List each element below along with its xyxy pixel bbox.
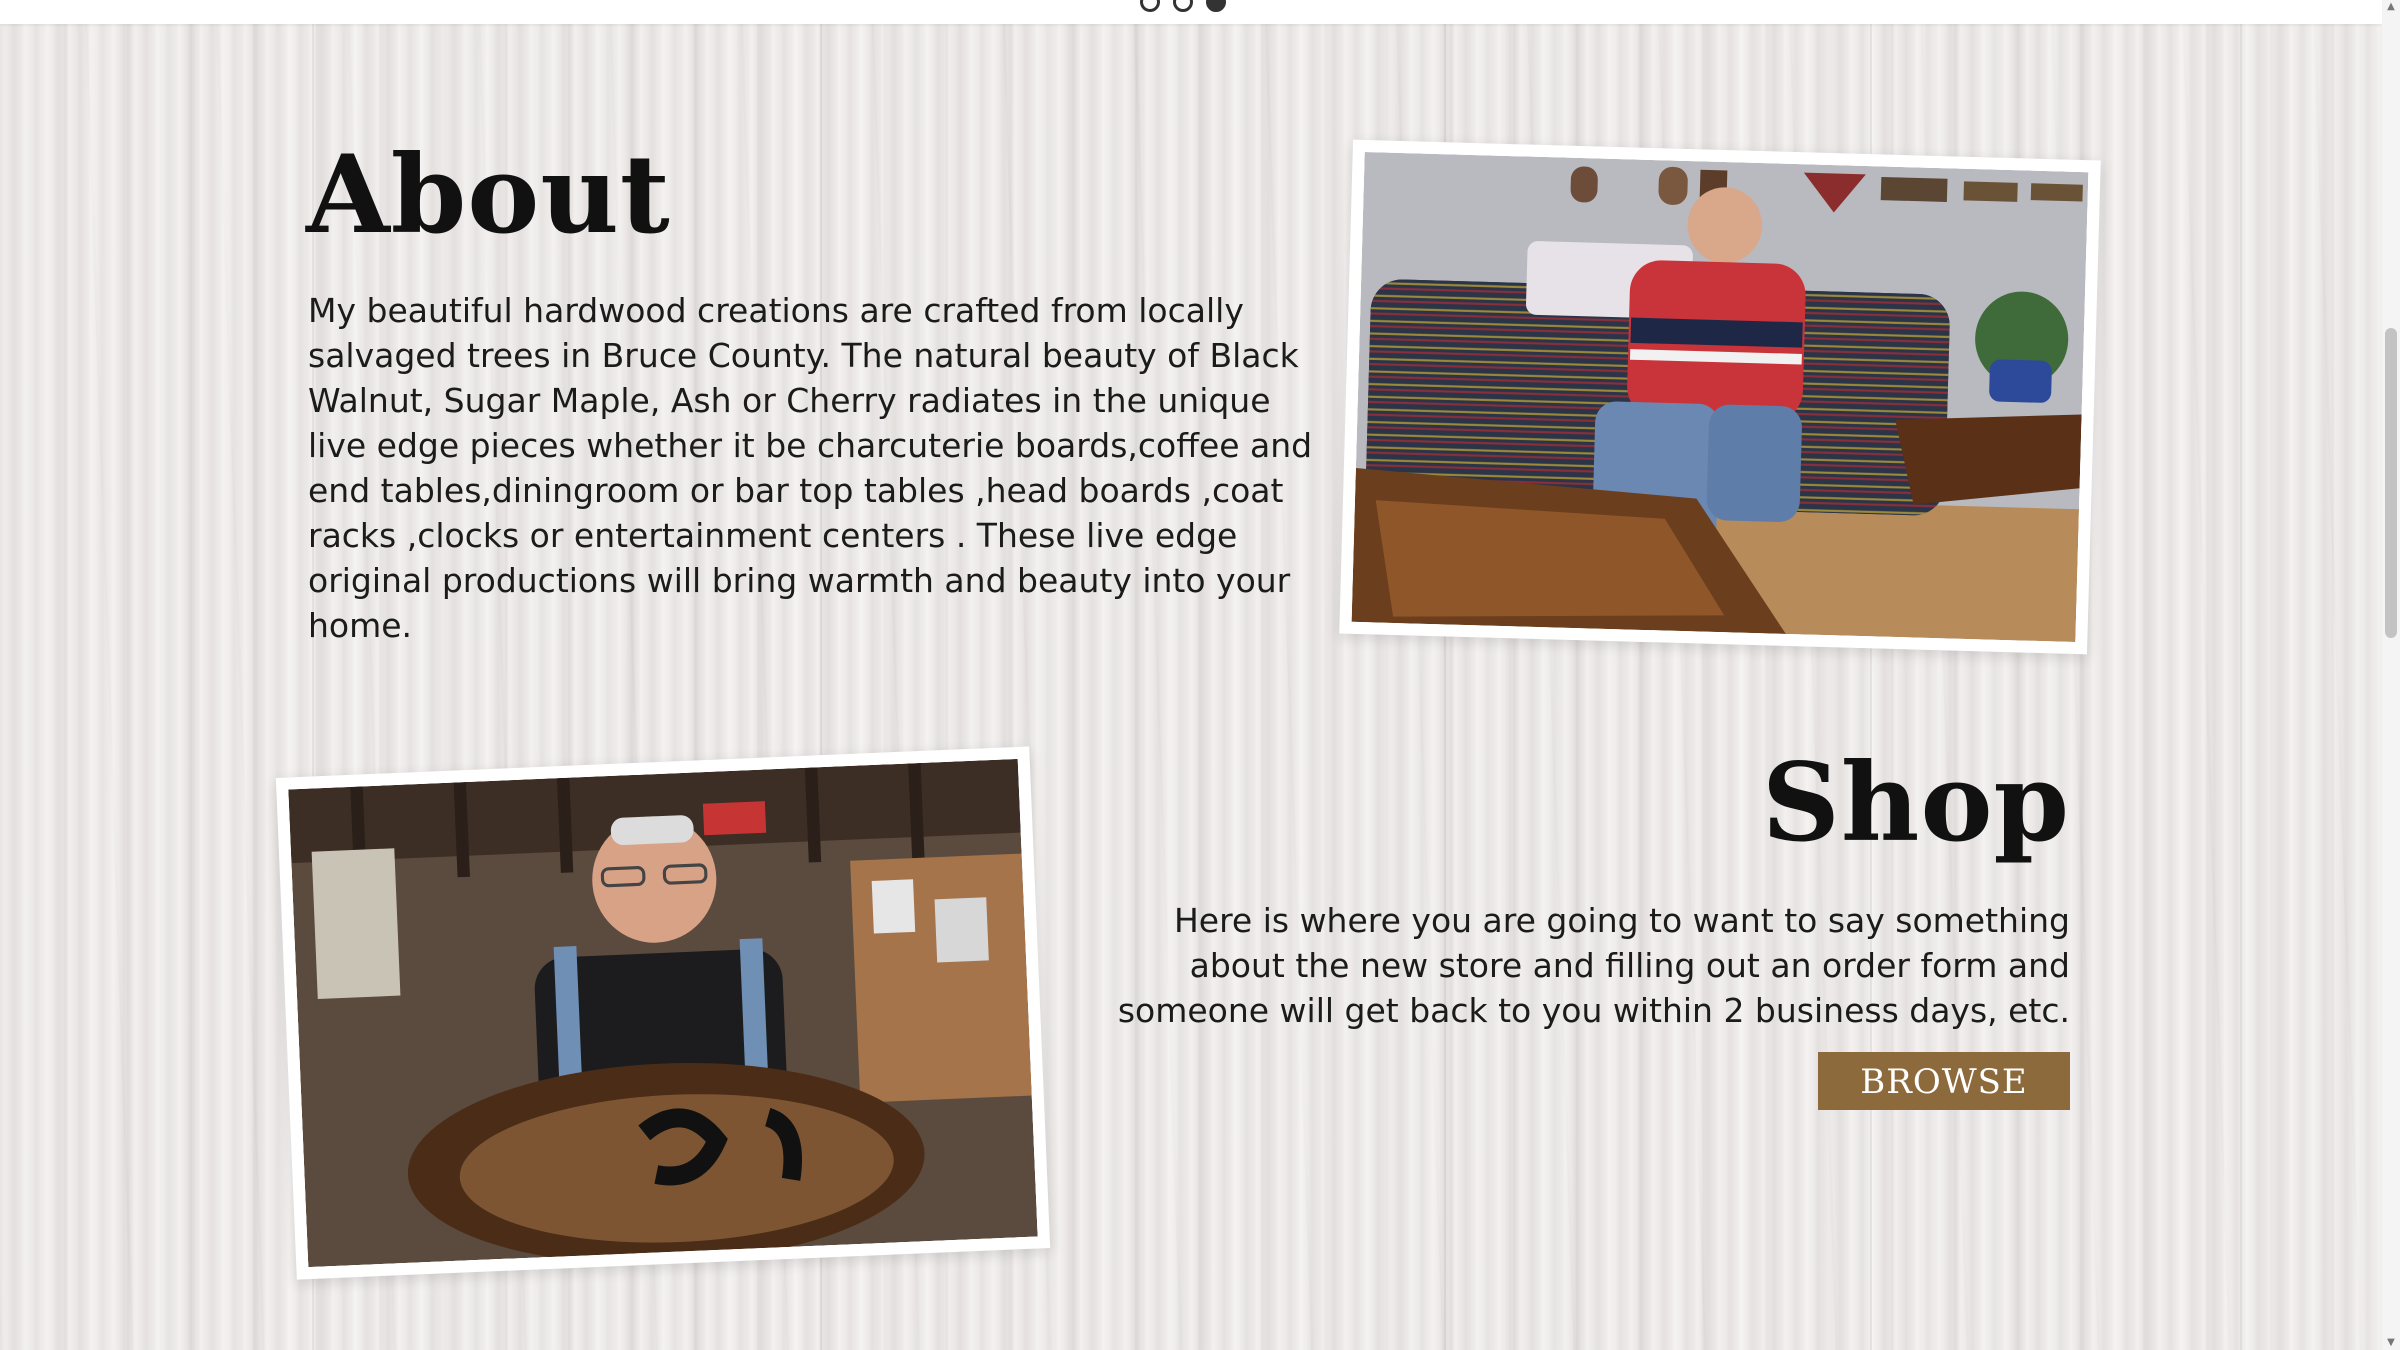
- shop-description: Here is where you are going to want to s…: [1117, 901, 2070, 1030]
- shop-heading: Shop: [1761, 740, 2070, 866]
- about-photo: [1339, 139, 2101, 655]
- shop-photo-image: [288, 758, 1038, 1268]
- about-heading: About: [306, 132, 671, 258]
- carousel-strip: [0, 0, 2382, 24]
- scroll-up-arrow-icon[interactable]: ▲: [2382, 0, 2400, 14]
- about-photo-image: [1351, 151, 2089, 643]
- carousel-dot-2[interactable]: [1173, 0, 1193, 12]
- page-scrollbar[interactable]: ▲ ▼: [2382, 0, 2400, 1350]
- scroll-thumb[interactable]: [2385, 328, 2397, 638]
- carousel-dot-3-active[interactable]: [1206, 0, 1226, 12]
- carousel-dot-1[interactable]: [1140, 0, 1160, 12]
- about-description: My beautiful hardwood creations are craf…: [308, 291, 1313, 645]
- browse-button[interactable]: BROWSE: [1818, 1052, 2070, 1110]
- plank-seam: [2240, 24, 2242, 1350]
- shop-photo: [275, 746, 1051, 1280]
- carousel-dots: [1140, 0, 1226, 12]
- scroll-down-arrow-icon[interactable]: ▼: [2382, 1336, 2400, 1350]
